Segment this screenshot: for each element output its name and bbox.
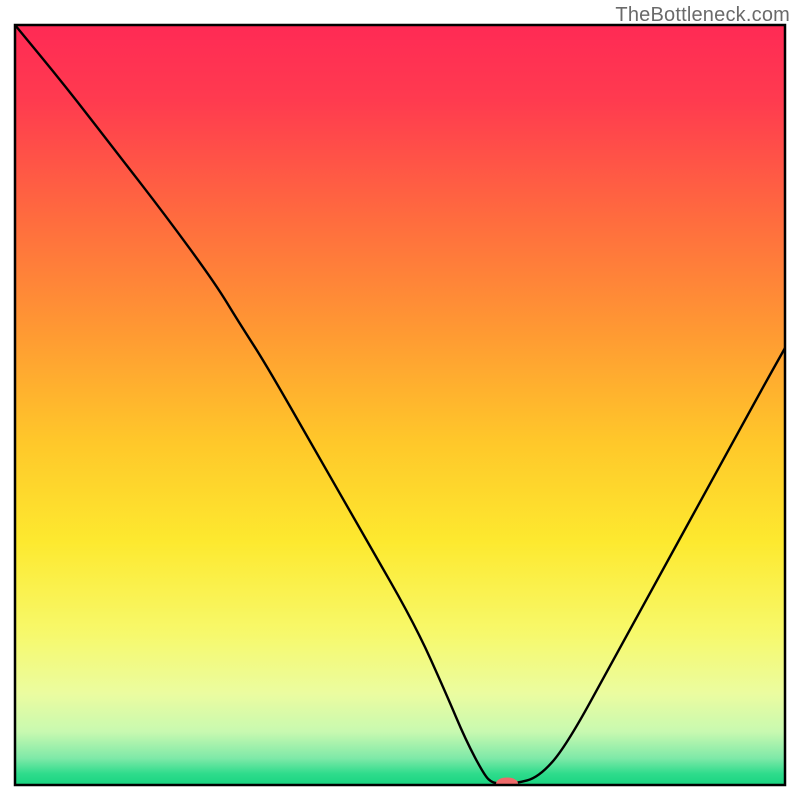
watermark-text: TheBottleneck.com xyxy=(615,4,790,27)
chart-svg xyxy=(0,0,800,800)
optimal-marker xyxy=(496,777,518,789)
bottleneck-chart: TheBottleneck.com xyxy=(0,0,800,800)
gradient-background xyxy=(15,25,785,785)
